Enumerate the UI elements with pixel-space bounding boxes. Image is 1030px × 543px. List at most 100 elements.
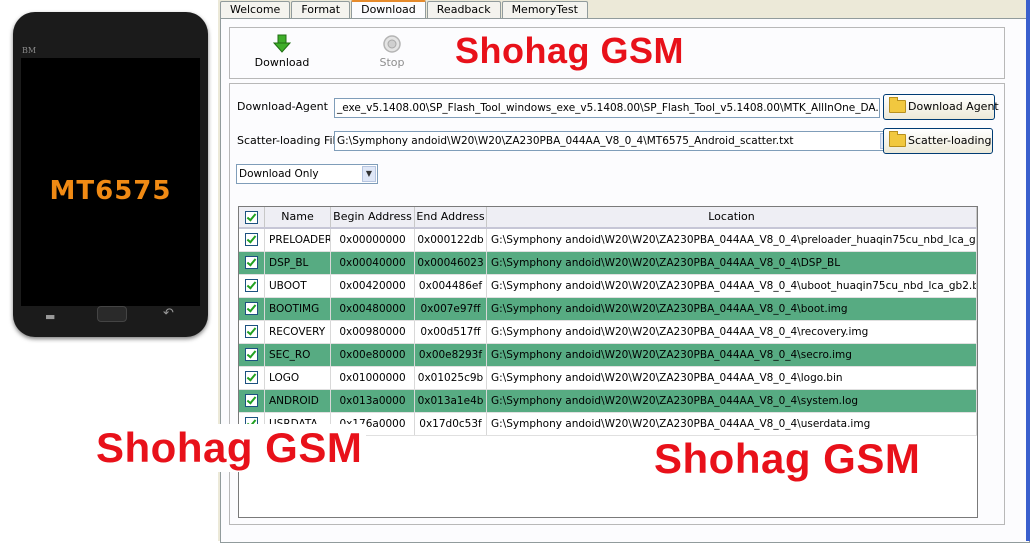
partition-location: G:\Symphony andoid\W20\W20\ZA230PBA_044A…: [487, 298, 977, 320]
scatter-file-label: Scatter-loading File: [237, 134, 343, 147]
tab-format[interactable]: Format: [291, 1, 351, 18]
begin-address: 0x013a0000: [331, 390, 415, 412]
stop-icon: [383, 35, 401, 53]
table-row[interactable]: RECOVERY 0x00980000 0x00d517ff G:\Symphony …: [239, 321, 977, 344]
partition-location: G:\Symphony andoid\W20\W20\ZA230PBA_044A…: [487, 252, 977, 274]
row-checkbox[interactable]: [245, 371, 258, 384]
partition-name: DSP_BL: [265, 252, 331, 274]
partition-location: G:\Symphony andoid\W20\W20\ZA230PBA_044A…: [487, 413, 977, 435]
menu-icon: ▬: [45, 310, 56, 323]
partition-location: G:\Symphony andoid\W20\W20\ZA230PBA_044A…: [487, 390, 977, 412]
table-row[interactable]: ANDROID 0x013a0000 0x013a1e4b G:\Symphony a…: [239, 390, 977, 413]
begin-address: 0x00040000: [331, 252, 415, 274]
partition-name: BOOTIMG: [265, 298, 331, 320]
partition-name: ANDROID: [265, 390, 331, 412]
stop-button-label: Stop: [379, 56, 405, 69]
tab-memorytest[interactable]: MemoryTest: [501, 1, 588, 18]
begin-address: 0x00980000: [331, 321, 415, 343]
column-header-name: Name: [265, 207, 331, 227]
row-checkbox[interactable]: [245, 256, 258, 269]
row-checkbox-cell[interactable]: [239, 275, 265, 297]
download-arrow-icon: [272, 34, 292, 53]
end-address: 0x007e97ff: [415, 298, 487, 320]
partition-location: G:\Symphony andoid\W20\W20\ZA230PBA_044A…: [487, 321, 977, 343]
partition-name: PRELOADER: [265, 229, 331, 251]
row-checkbox[interactable]: [245, 394, 258, 407]
row-checkbox-cell[interactable]: [239, 252, 265, 274]
begin-address: 0x00480000: [331, 298, 415, 320]
begin-address: 0x01000000: [331, 367, 415, 389]
partition-name: RECOVERY: [265, 321, 331, 343]
row-checkbox-cell[interactable]: [239, 367, 265, 389]
download-mode-select[interactable]: Download Only ▼: [236, 164, 378, 184]
download-button[interactable]: Download: [252, 30, 312, 69]
end-address: 0x004486ef: [415, 275, 487, 297]
watermark-bottom-right: Shohag GSM: [654, 435, 921, 482]
download-agent-label: Download-Agent: [237, 100, 328, 113]
table-row[interactable]: PRELOADER 0x00000000 0x000122db G:\Symphony…: [239, 229, 977, 252]
phone-image: BM MT6575 ▬ ↶: [13, 12, 208, 337]
chevron-down-icon[interactable]: ▼: [362, 166, 376, 182]
download-agent-button-label: Download Agent: [908, 100, 999, 113]
row-checkbox-cell[interactable]: [239, 321, 265, 343]
download-mode-value: Download Only: [239, 168, 319, 180]
row-checkbox[interactable]: [245, 325, 258, 338]
row-checkbox[interactable]: [245, 233, 258, 246]
folder-icon: [889, 131, 906, 147]
table-row[interactable]: UBOOT 0x00420000 0x004486ef G:\Symphony and…: [239, 275, 977, 298]
table-header: Name Begin Address End Address Location: [239, 207, 977, 229]
tab-readback[interactable]: Readback: [426, 1, 501, 18]
partition-name: UBOOT: [265, 275, 331, 297]
window-edge: [1026, 0, 1030, 541]
download-agent-button[interactable]: Download Agent: [883, 94, 999, 120]
row-checkbox[interactable]: [245, 348, 258, 361]
toolbar: Download Stop Shohag GSM: [229, 27, 1005, 79]
download-button-label: Download: [254, 56, 310, 69]
scatter-file-value: G:\Symphony andoid\W20\W20\ZA230PBA_044A…: [337, 135, 794, 147]
begin-address: 0x00e80000: [331, 344, 415, 366]
tab-bar: Welcome Format Download Readback MemoryT…: [220, 0, 589, 20]
row-checkbox[interactable]: [245, 302, 258, 315]
end-address: 0x013a1e4b: [415, 390, 487, 412]
column-header-location: Location: [487, 207, 977, 227]
phone-model-label: MT6575: [49, 176, 172, 206]
partition-name: SEC_RO: [265, 344, 331, 366]
tab-welcome[interactable]: Welcome: [220, 1, 291, 18]
tab-download[interactable]: Download: [351, 0, 426, 20]
partition-location: G:\Symphony andoid\W20\W20\ZA230PBA_044A…: [487, 275, 977, 297]
download-agent-field[interactable]: _exe_v5.1408.00\SP_Flash_Tool_windows_ex…: [334, 98, 880, 118]
partition-name: LOGO: [265, 367, 331, 389]
scatter-file-dropdown[interactable]: G:\Symphony andoid\W20\W20\ZA230PBA_044A…: [334, 131, 896, 151]
end-address: 0x01025c9b: [415, 367, 487, 389]
watermark-bottom-left: Shohag GSM: [92, 424, 367, 472]
table-row[interactable]: SEC_RO 0x00e80000 0x00e8293f G:\Symphony an…: [239, 344, 977, 367]
scatter-loading-button[interactable]: Scatter-loading: [883, 128, 993, 154]
phone-screen: MT6575: [21, 58, 200, 306]
end-address: 0x00d517ff: [415, 321, 487, 343]
select-all-checkbox[interactable]: [245, 211, 258, 224]
row-checkbox-cell[interactable]: [239, 344, 265, 366]
select-all-header[interactable]: [239, 207, 265, 227]
home-button-icon: [97, 306, 127, 322]
begin-address: 0x00420000: [331, 275, 415, 297]
row-checkbox-cell[interactable]: [239, 298, 265, 320]
row-checkbox[interactable]: [245, 279, 258, 292]
end-address: 0x00e8293f: [415, 344, 487, 366]
end-address: 0x00046023: [415, 252, 487, 274]
back-icon: ↶: [163, 306, 174, 321]
phone-brand-mark: BM: [22, 46, 37, 55]
folder-icon: [889, 97, 906, 113]
column-header-end-address: End Address: [415, 207, 487, 227]
partition-location: G:\Symphony andoid\W20\W20\ZA230PBA_044A…: [487, 229, 977, 251]
watermark-top: Shohag GSM: [455, 30, 684, 71]
column-header-begin-address: Begin Address: [331, 207, 415, 227]
table-row[interactable]: DSP_BL 0x00040000 0x00046023 G:\Symphony an…: [239, 252, 977, 275]
row-checkbox-cell[interactable]: [239, 390, 265, 412]
table-row[interactable]: BOOTIMG 0x00480000 0x007e97ff G:\Symphony a…: [239, 298, 977, 321]
table-row[interactable]: LOGO 0x01000000 0x01025c9b G:\Symphony ando…: [239, 367, 977, 390]
stop-button[interactable]: Stop: [362, 30, 422, 69]
row-checkbox-cell[interactable]: [239, 229, 265, 251]
end-address: 0x000122db: [415, 229, 487, 251]
end-address: 0x17d0c53f: [415, 413, 487, 435]
begin-address: 0x00000000: [331, 229, 415, 251]
